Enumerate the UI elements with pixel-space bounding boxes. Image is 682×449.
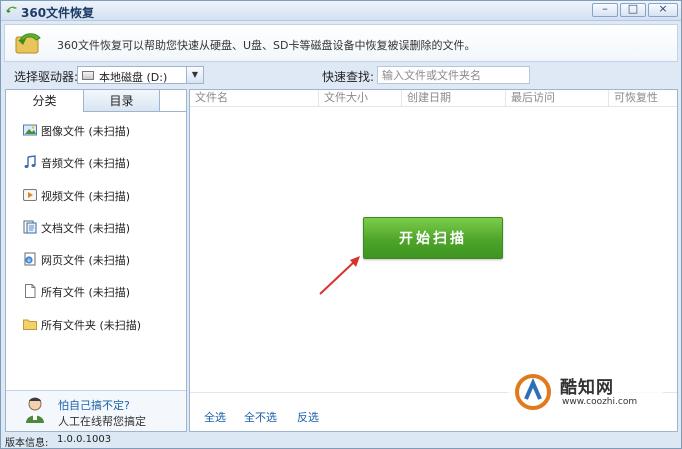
tab-category[interactable]: 分类 bbox=[6, 90, 83, 112]
disk-drive-icon bbox=[82, 71, 94, 80]
watermark-url: www.coozhi.com bbox=[562, 397, 638, 407]
music-note-icon bbox=[24, 155, 36, 169]
drive-select[interactable]: 本地磁盘 (D:) ▼ bbox=[77, 66, 204, 84]
category-item-document[interactable]: 文档文件 (未扫描) bbox=[6, 214, 186, 246]
maximize-icon: □ bbox=[627, 2, 639, 15]
watermark: 酷知网 www.coozhi.com bbox=[508, 363, 663, 419]
image-icon bbox=[23, 124, 37, 136]
column-file-size[interactable]: 文件大小 bbox=[319, 90, 402, 106]
select-all-link[interactable]: 全选 bbox=[204, 409, 226, 425]
drive-selected-value: 本地磁盘 (D:) bbox=[99, 71, 168, 84]
category-item-all-files[interactable]: 所有文件 (未扫描) bbox=[6, 278, 186, 310]
category-item-webpage[interactable]: e 网页文件 (未扫描) bbox=[6, 246, 186, 278]
help-text: 人工在线帮您搞定 bbox=[58, 415, 146, 428]
chevron-down-icon[interactable]: ▼ bbox=[186, 67, 203, 83]
version-value: 1.0.0.1003 bbox=[57, 434, 112, 445]
column-header: 文件名 文件大小 创建日期 最后访问 可恢复性 bbox=[190, 90, 677, 107]
close-icon: × bbox=[658, 2, 668, 15]
online-help-box: 怕自己搞不定? 人工在线帮您搞定 bbox=[6, 390, 186, 431]
close-button[interactable]: × bbox=[648, 2, 678, 17]
version-label: 版本信息: bbox=[5, 438, 49, 449]
document-icon bbox=[23, 220, 37, 234]
category-label: 文档文件 (未扫描) bbox=[41, 221, 131, 235]
app-logo-icon bbox=[6, 6, 17, 13]
watermark-logo-icon bbox=[515, 374, 551, 410]
webpage-icon: e bbox=[24, 252, 36, 266]
watermark-title: 酷知网 bbox=[560, 378, 614, 398]
file-icon bbox=[25, 284, 36, 299]
restore-arrow-icon bbox=[15, 33, 41, 54]
video-icon bbox=[23, 188, 37, 201]
column-last-accessed[interactable]: 最后访问 bbox=[506, 90, 609, 106]
search-input[interactable] bbox=[377, 66, 530, 84]
minimize-button[interactable]: – bbox=[592, 2, 618, 17]
select-none-link[interactable]: 全不选 bbox=[244, 409, 277, 425]
column-created-date[interactable]: 创建日期 bbox=[402, 90, 506, 106]
window-title: 360文件恢复 bbox=[21, 6, 95, 20]
invert-selection-link[interactable]: 反选 bbox=[297, 409, 319, 425]
drive-label: 选择驱动器: bbox=[14, 70, 79, 84]
pointer-arrow-icon bbox=[319, 256, 360, 295]
folder-icon bbox=[23, 319, 37, 330]
category-item-image[interactable]: 图像文件 (未扫描) bbox=[6, 117, 186, 149]
category-item-video[interactable]: 视频文件 (未扫描) bbox=[6, 182, 186, 214]
maximize-button[interactable]: □ bbox=[620, 2, 646, 17]
minimize-icon: – bbox=[602, 2, 608, 15]
category-label: 音频文件 (未扫描) bbox=[41, 157, 131, 171]
info-banner: 360文件恢复可以帮助您快速从硬盘、U盘、SD卡等磁盘设备中恢复被误删除的文件。 bbox=[4, 24, 678, 62]
category-label: 图像文件 (未扫描) bbox=[41, 125, 131, 138]
column-file-name[interactable]: 文件名 bbox=[190, 90, 319, 106]
category-label: 所有文件夹 (未扫描) bbox=[41, 318, 142, 332]
tab-bar: 分类 目录 bbox=[6, 90, 186, 112]
support-agent-icon bbox=[26, 397, 44, 423]
title-bar: 360文件恢复 – □ × bbox=[1, 1, 681, 21]
toolbar-row: 选择驱动器: 本地磁盘 (D:) ▼ 快速查找: bbox=[1, 63, 681, 87]
app-window: 360文件恢复 – □ × 360文件恢复可以帮助您快速从硬盘、U盘、SD卡等磁… bbox=[0, 0, 682, 449]
category-panel: 分类 目录 图像文件 (未扫描) 音频文件 (未扫描) 视频文件 (未扫描) 文… bbox=[5, 89, 187, 432]
category-list: 图像文件 (未扫描) 音频文件 (未扫描) 视频文件 (未扫描) 文档文件 (未… bbox=[6, 117, 186, 343]
category-item-audio[interactable]: 音频文件 (未扫描) bbox=[6, 149, 186, 181]
status-bar: 版本信息: 1.0.0.1003 bbox=[1, 433, 681, 449]
info-text: 360文件恢复可以帮助您快速从硬盘、U盘、SD卡等磁盘设备中恢复被误删除的文件。 bbox=[57, 39, 476, 52]
category-label: 网页文件 (未扫描) bbox=[41, 254, 131, 268]
tab-directory[interactable]: 目录 bbox=[83, 90, 160, 111]
search-label: 快速查找: bbox=[322, 70, 375, 84]
start-scan-button[interactable]: 开始扫描 bbox=[363, 217, 503, 259]
help-link[interactable]: 怕自己搞不定? bbox=[58, 397, 130, 413]
svg-text:e: e bbox=[27, 257, 31, 264]
category-label: 视频文件 (未扫描) bbox=[41, 189, 131, 203]
category-item-all-folders[interactable]: 所有文件夹 (未扫描) bbox=[6, 311, 186, 343]
category-label: 所有文件 (未扫描) bbox=[41, 286, 131, 300]
column-recoverability[interactable]: 可恢复性 bbox=[609, 90, 677, 106]
